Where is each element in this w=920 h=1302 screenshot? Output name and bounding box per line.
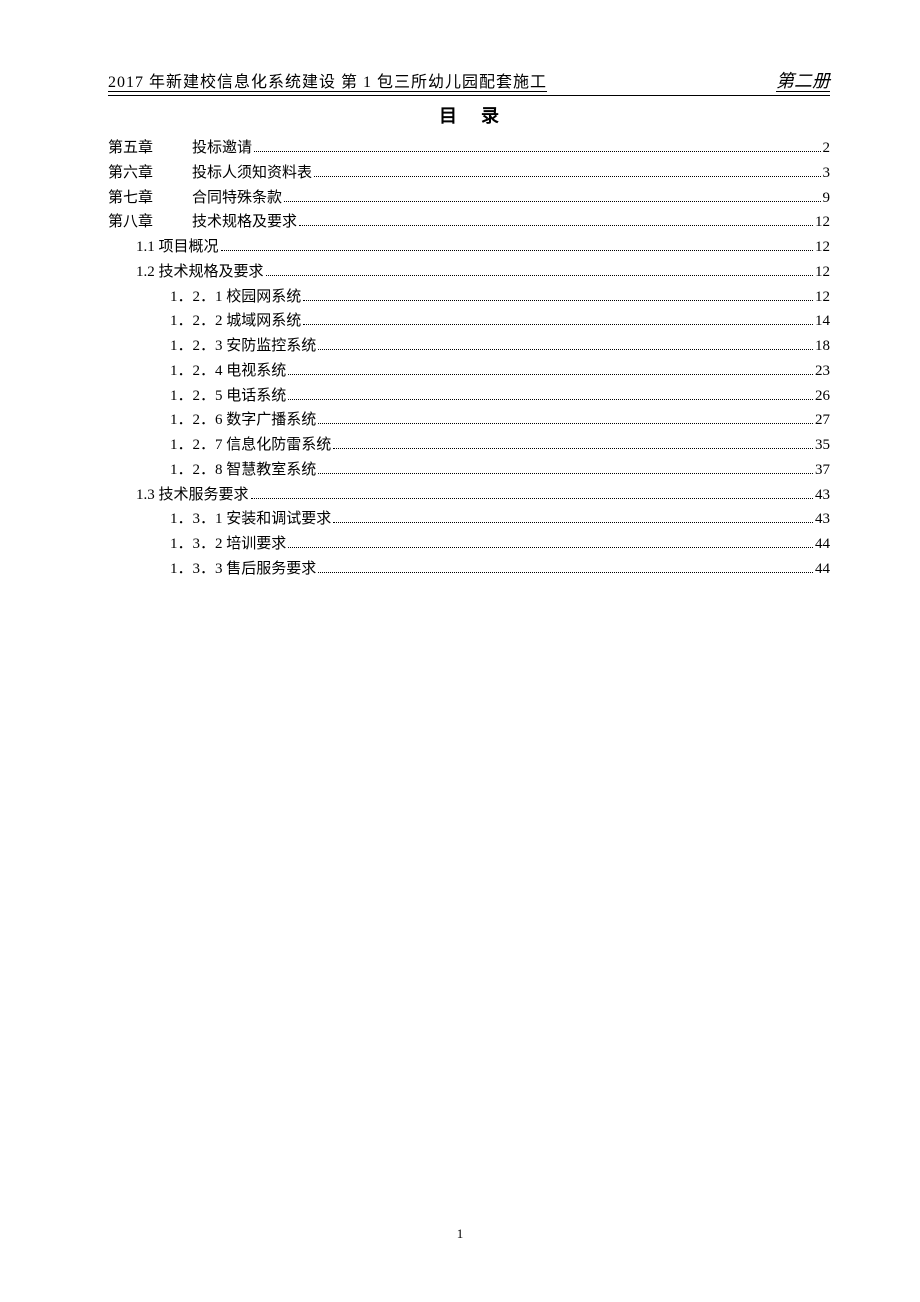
- toc-leader-dots: [266, 275, 813, 276]
- toc-page-number: 43: [815, 483, 830, 508]
- toc-leader-dots: [251, 498, 813, 499]
- page-number: 1: [0, 1226, 920, 1242]
- toc-page-number: 12: [815, 210, 830, 235]
- toc-leader-dots: [221, 250, 813, 251]
- toc-leader-dots: [314, 176, 820, 177]
- toc-page-number: 26: [815, 384, 830, 409]
- toc-entry-text: 1．2．3 安防监控系统: [170, 334, 316, 359]
- toc-page-number: 44: [815, 532, 830, 557]
- toc-leader-dots: [303, 324, 813, 325]
- toc-leader-dots: [254, 151, 820, 152]
- toc-entry-text: 1.3 技术服务要求: [136, 483, 249, 508]
- toc-leader-dots: [318, 572, 813, 573]
- toc-leader-dots: [333, 522, 813, 523]
- toc-container: 第五章投标邀请2第六章投标人须知资料表3第七章合同特殊条款9第八章技术规格及要求…: [108, 136, 830, 582]
- toc-page-number: 44: [815, 557, 830, 582]
- toc-entry-text: 合同特殊条款: [192, 186, 282, 211]
- toc-entry: 1．2．1 校园网系统 12: [108, 285, 830, 310]
- toc-page-number: 12: [815, 235, 830, 260]
- toc-entry-text: 1．2．8 智慧教室系统: [170, 458, 316, 483]
- toc-page-number: 18: [815, 334, 830, 359]
- toc-leader-dots: [288, 399, 813, 400]
- toc-page-number: 43: [815, 507, 830, 532]
- toc-entry: 第六章投标人须知资料表 3: [108, 161, 830, 186]
- toc-entry-text: 1．2．1 校园网系统: [170, 285, 301, 310]
- toc-entry-text: 技术规格及要求: [192, 210, 297, 235]
- toc-entry: 1．2．3 安防监控系统 18: [108, 334, 830, 359]
- document-page: 2017 年新建校信息化系统建设 第 1 包三所幼儿园配套施工 第二册 目录 第…: [0, 0, 920, 582]
- toc-entry-text: 1．3．3 售后服务要求: [170, 557, 316, 582]
- toc-entry: 1．3．3 售后服务要求 44: [108, 557, 830, 582]
- toc-leader-dots: [299, 225, 813, 226]
- toc-entry: 1．2．8 智慧教室系统 37: [108, 458, 830, 483]
- toc-entry-text: 1.1 项目概况: [136, 235, 219, 260]
- toc-entry: 1．2．6 数字广播系统 27: [108, 408, 830, 433]
- toc-leader-dots: [318, 423, 813, 424]
- toc-leader-dots: [303, 300, 813, 301]
- toc-entry: 第七章合同特殊条款 9: [108, 186, 830, 211]
- toc-entry: 1．3．1 安装和调试要求 43: [108, 507, 830, 532]
- toc-page-number: 3: [823, 161, 831, 186]
- toc-leader-dots: [284, 201, 820, 202]
- toc-entry-text: 1．2．2 城域网系统: [170, 309, 301, 334]
- header-title-right: 第二册: [776, 67, 830, 93]
- toc-chapter-label: 第八章: [108, 210, 188, 235]
- toc-page-number: 12: [815, 285, 830, 310]
- toc-page-number: 14: [815, 309, 830, 334]
- toc-chapter-label: 第七章: [108, 186, 188, 211]
- toc-page-number: 12: [815, 260, 830, 285]
- toc-page-number: 2: [823, 136, 831, 161]
- toc-leader-dots: [288, 374, 813, 375]
- toc-entry: 1.2 技术规格及要求 12: [108, 260, 830, 285]
- toc-title: 目录: [108, 102, 830, 128]
- toc-entry: 1.3 技术服务要求 43: [108, 483, 830, 508]
- toc-page-number: 35: [815, 433, 830, 458]
- toc-entry-text: 1．3．2 培训要求: [170, 532, 286, 557]
- toc-entry: 第八章技术规格及要求 12: [108, 210, 830, 235]
- toc-leader-dots: [288, 547, 813, 548]
- header-title-left: 2017 年新建校信息化系统建设 第 1 包三所幼儿园配套施工: [108, 68, 547, 92]
- toc-entry-text: 1．2．5 电话系统: [170, 384, 286, 409]
- toc-entry: 1．2．2 城域网系统 14: [108, 309, 830, 334]
- toc-page-number: 27: [815, 408, 830, 433]
- toc-entry: 1．2．4 电视系统 23: [108, 359, 830, 384]
- toc-page-number: 23: [815, 359, 830, 384]
- toc-leader-dots: [318, 349, 813, 350]
- toc-entry-text: 1．2．6 数字广播系统: [170, 408, 316, 433]
- toc-chapter-label: 第五章: [108, 136, 188, 161]
- toc-entry: 1．2．5 电话系统 26: [108, 384, 830, 409]
- toc-entry-text: 1．2．4 电视系统: [170, 359, 286, 384]
- toc-page-number: 9: [823, 186, 831, 211]
- toc-entry: 1．3．2 培训要求 44: [108, 532, 830, 557]
- toc-page-number: 37: [815, 458, 830, 483]
- toc-entry: 1．2．7 信息化防雷系统 35: [108, 433, 830, 458]
- toc-entry: 第五章投标邀请 2: [108, 136, 830, 161]
- toc-entry: 1.1 项目概况 12: [108, 235, 830, 260]
- toc-entry-text: 投标邀请: [192, 136, 252, 161]
- toc-entry-text: 1．2．7 信息化防雷系统: [170, 433, 331, 458]
- toc-leader-dots: [318, 473, 813, 474]
- toc-entry-text: 1.2 技术规格及要求: [136, 260, 264, 285]
- toc-entry-text: 投标人须知资料表: [192, 161, 312, 186]
- toc-entry-text: 1．3．1 安装和调试要求: [170, 507, 331, 532]
- toc-leader-dots: [333, 448, 813, 449]
- page-header: 2017 年新建校信息化系统建设 第 1 包三所幼儿园配套施工 第二册: [108, 67, 830, 96]
- toc-chapter-label: 第六章: [108, 161, 188, 186]
